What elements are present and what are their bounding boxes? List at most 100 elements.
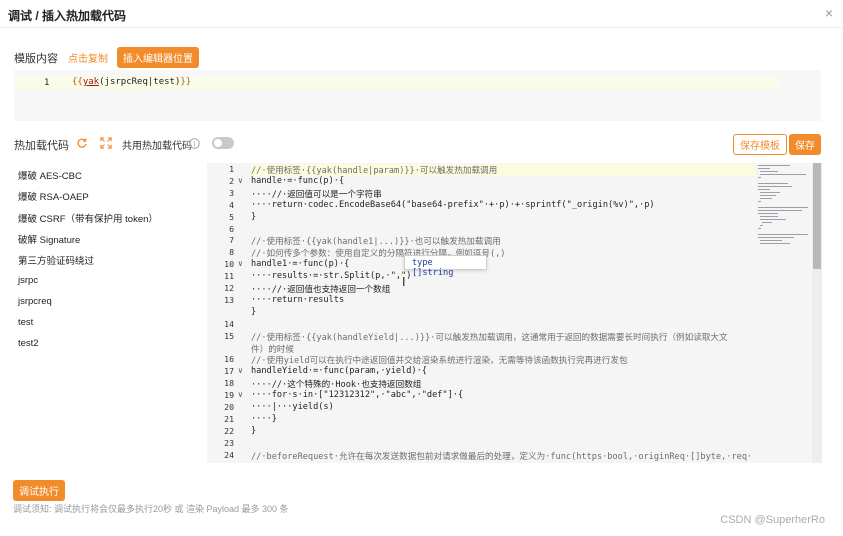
code-line: 3 ····//·返回值可以是一个字符串 <box>207 188 755 200</box>
code-text: handle·=·func(p)·{ <box>251 175 345 186</box>
line-number: 7 <box>229 235 234 246</box>
line-number: 8 <box>229 247 234 258</box>
template-code: {{yak(jsrpcReq|test)}} <box>72 77 191 87</box>
code-line: 12 ····//·返回值也支持返回一个数组 <box>207 283 755 295</box>
save-button[interactable]: 保存 <box>789 134 821 155</box>
code-text: ····for·s·in·["12312312",·"abc",·"def"]·… <box>251 390 464 401</box>
line-number: 14 <box>224 318 234 329</box>
code-line: 4 ····return·codec.EncodeBase64("base64-p… <box>207 200 755 212</box>
template-list-item[interactable]: test2 <box>18 338 39 349</box>
line-number: 1 <box>229 164 234 174</box>
template-close-brace: }} <box>180 77 192 87</box>
editor-scrollbar-thumb[interactable] <box>813 163 821 269</box>
code-line: 24 //·beforeRequest·允许在每次发送数据包前对请求做最后的处理，… <box>207 450 755 462</box>
code-line: 件）的时候 <box>207 343 755 355</box>
hotload-debug-dialog: 调试 / 插入热加载代码 × 模版内容 点击复制 插入编辑器位置 1 {{yak… <box>0 0 843 536</box>
template-list-item[interactable]: test <box>18 317 33 328</box>
hotload-code-editor[interactable]: 1 //·使用标签·{{yak(handle|param)}}·可以触发热加载调用… <box>207 163 822 463</box>
close-icon[interactable]: × <box>825 5 833 21</box>
code-text: handleYield·=·func(param,·yield)·{ <box>251 366 427 377</box>
code-line: 20 ····|···yield(s) <box>207 402 755 414</box>
line-number: 12 <box>224 283 234 293</box>
insert-to-editor-button[interactable]: 插入编辑器位置 <box>117 47 199 68</box>
line-number: 24 <box>224 449 234 460</box>
template-open-brace: {{ <box>72 77 83 87</box>
code-line: 13 ····return·results <box>207 295 755 307</box>
fold-chevron-icon[interactable]: ∨ <box>238 176 243 185</box>
fullscreen-icon[interactable] <box>100 137 112 149</box>
code-line: 2 ∨ handle·=·func(p)·{ <box>207 176 755 188</box>
code-text: //·使用标签·{{yak(handle|param)}}·可以触发热加载调用 <box>251 166 498 176</box>
template-list-item[interactable]: 爆破 CSRF（带有保护用 token） <box>18 211 158 225</box>
copy-template-link[interactable]: 点击复制 <box>68 50 108 65</box>
shared-hotload-label: 共用热加载代码 <box>122 141 192 152</box>
type-hint-tooltip: type []string <box>404 255 487 278</box>
template-line-number: 1 <box>44 78 50 88</box>
editor-scrollbar[interactable] <box>812 163 822 463</box>
template-args: (jsrpcReq|test) <box>99 77 181 87</box>
line-number: 21 <box>224 413 234 424</box>
code-text: } <box>251 306 257 317</box>
shared-hotload-toggle[interactable] <box>212 137 234 149</box>
header-divider <box>0 27 843 28</box>
line-number: 11 <box>224 271 234 282</box>
code-minimap[interactable] <box>756 163 811 463</box>
code-line: 21 ····} <box>207 414 755 426</box>
code-text: } <box>251 211 257 222</box>
code-text: //·beforeRequest·允许在每次发送数据包前对请求做最后的处理，定义… <box>251 451 753 462</box>
svg-text:i: i <box>194 140 196 148</box>
code-text: handle1·=·func(p)·{ <box>251 259 350 270</box>
code-text: } <box>251 425 257 436</box>
template-list-item[interactable]: 破解 Signature <box>18 232 80 246</box>
debug-run-button[interactable]: 调试执行 <box>13 480 65 501</box>
code-line: 15 //·使用标签·{{yak(handleYield|...)}}·可以触发热… <box>207 331 755 343</box>
code-text: ····return·results <box>251 294 345 305</box>
code-text: //·使用标签·{{yak(handle1|...)}}·也可以触发热加载调用 <box>251 237 501 248</box>
code-text: 件）的时候 <box>251 344 294 355</box>
code-line: 14 <box>207 319 755 331</box>
code-line: 22} <box>207 426 755 438</box>
code-line: 17 ∨ handleYield·=·func(param,·yield)·{ <box>207 366 755 378</box>
template-yak-keyword: yak <box>82 77 100 87</box>
toggle-knob <box>214 139 222 147</box>
template-list-item[interactable]: 爆破 AES-CBC <box>18 168 82 182</box>
code-line: 6 <box>207 224 755 236</box>
code-text: ····|···yield(s) <box>251 402 334 412</box>
code-line: 16 //·使用yield可以在执行中途返回值并交给渲染系统进行渲染，无需等待该函… <box>207 354 755 366</box>
template-code-viewer[interactable]: 1 {{yak(jsrpcReq|test)}} <box>14 70 821 121</box>
code-line: 11 ····results·=·str.Split(p,·",") <box>207 271 755 283</box>
line-number: 20 <box>224 402 234 412</box>
code-text: ····return·codec.EncodeBase64("base64-pr… <box>251 199 655 210</box>
debug-note: 调试须知: 调试执行将会仅最多执行20秒 或 渲染 Payload 最多 300… <box>13 504 289 514</box>
line-number: 19 <box>224 390 234 401</box>
fold-chevron-icon[interactable]: ∨ <box>238 366 243 375</box>
dialog-title: 调试 / 插入热加载代码 <box>8 9 127 23</box>
code-text: //·使用yield可以在执行中途返回值并交给渲染系统进行渲染，无需等待该函数执… <box>251 356 628 367</box>
code-text: ····//·返回值可以是一个字符串 <box>251 189 382 200</box>
line-number: 5 <box>229 211 234 222</box>
fold-chevron-icon[interactable]: ∨ <box>238 390 243 399</box>
save-template-button[interactable]: 保存模板 <box>733 134 787 155</box>
line-number: 4 <box>229 199 234 210</box>
code-line: 1 //·使用标签·{{yak(handle|param)}}·可以触发热加载调用 <box>207 164 755 176</box>
fold-chevron-icon[interactable]: ∨ <box>238 259 243 268</box>
code-text: ····//·这个特殊的·Hook·也支持返回数组 <box>251 380 422 391</box>
code-text: //·使用标签·{{yak(handleYield|...)}}·可以触发热加载… <box>251 332 728 343</box>
line-number: 22 <box>224 425 234 436</box>
code-text: ····} <box>251 413 277 424</box>
refresh-icon[interactable] <box>76 137 88 149</box>
code-text: ····//·返回值也支持返回一个数组 <box>251 285 391 295</box>
line-number: 6 <box>229 223 234 234</box>
code-line: 18 ····//·这个特殊的·Hook·也支持返回数组 <box>207 378 755 390</box>
line-number: 13 <box>224 294 234 305</box>
template-list-item[interactable]: 爆破 RSA-OAEP <box>18 189 89 203</box>
template-list-item[interactable]: 第三方验证码绕过 <box>18 253 94 267</box>
line-number: 17 <box>224 366 234 377</box>
template-label: 模版内容 <box>14 53 58 65</box>
watermark: CSDN @SuperherRo <box>720 514 825 526</box>
info-icon[interactable]: i <box>189 138 200 149</box>
template-list-item[interactable]: jsrpcreq <box>18 296 52 307</box>
template-list-item[interactable]: jsrpc <box>18 275 38 286</box>
code-line: 5} <box>207 212 755 224</box>
line-number: 10 <box>224 259 234 270</box>
